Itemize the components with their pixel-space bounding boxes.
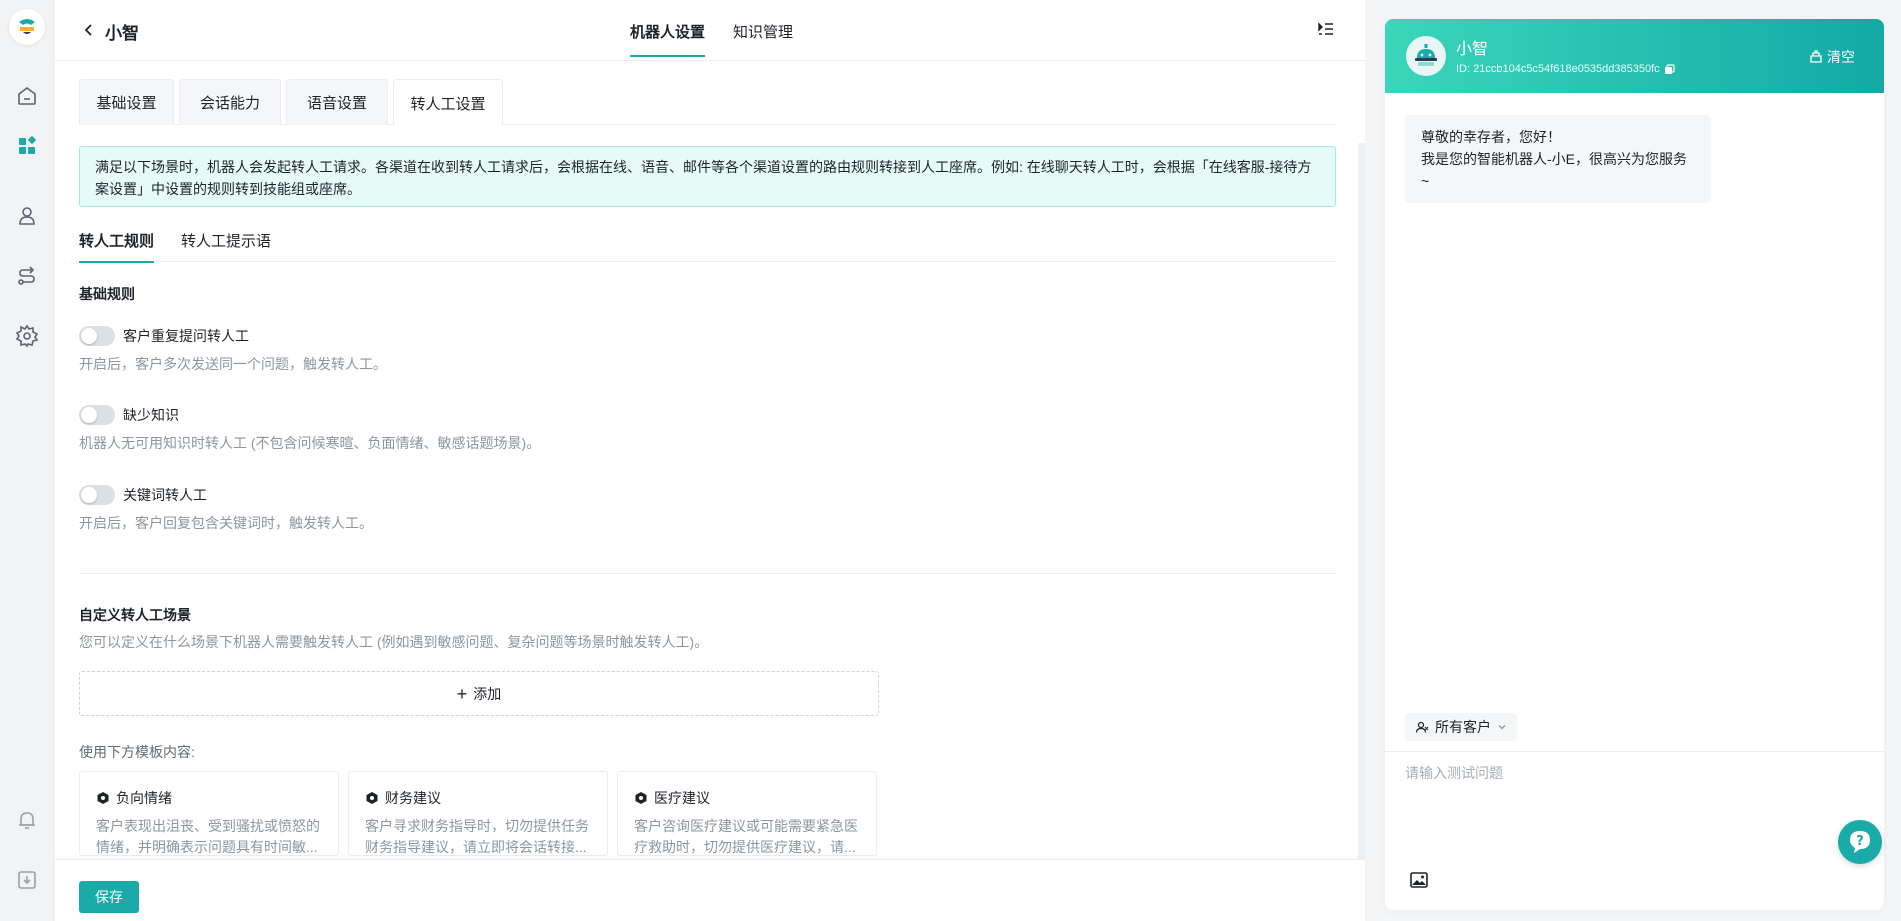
greeting-line: 我是您的智能机器人-小E，很高兴为您服务~ (1421, 151, 1687, 189)
chevron-down-icon (1498, 725, 1506, 730)
settings-icon[interactable] (13, 322, 41, 350)
clear-icon (1810, 50, 1822, 63)
section-divider (79, 573, 1336, 574)
template-card-negative-emotion[interactable]: 负向情绪 客户表现出沮丧、受到骚扰或愤怒的情绪，并明确表示问题具有时间敏... (79, 771, 339, 856)
bell-icon[interactable] (13, 806, 41, 834)
greeting-line: 尊敬的幸存者，您好！ (1421, 129, 1561, 145)
footer-bar: 保存 (55, 859, 1365, 921)
tab-transfer-settings[interactable]: 转人工设置 (393, 79, 503, 126)
sub-tabs: 转人工规则 转人工提示语 (79, 226, 1336, 263)
back-button[interactable] (79, 20, 99, 40)
main-panel: 小智 机器人设置 知识管理 基础设置 会话能力 语音设置 转人工设置 满足以下场… (55, 0, 1365, 921)
bot-avatar (1406, 36, 1446, 76)
tab-basic-settings[interactable]: 基础设置 (79, 79, 174, 125)
rule-missing-knowledge: 缺少知识 (79, 405, 179, 425)
bot-name: 小智 (105, 24, 139, 43)
chat-divider (1385, 751, 1884, 752)
template-card-financial-advice[interactable]: 财务建议 客户寻求财务指导时，切勿提供任务财务指导建议，请立即将会话转接... (348, 771, 608, 856)
custom-scenario-title: 自定义转人工场景 (79, 607, 191, 623)
chat-bot-id: ID: 21ccb104c5c54f618e0535dd385350fc (1456, 63, 1675, 75)
template-hint: 使用下方模板内容: (79, 744, 195, 760)
help-icon: ? (1850, 831, 1870, 853)
tab-conversation-ability[interactable]: 会话能力 (179, 79, 281, 125)
hexagon-icon (366, 792, 378, 804)
template-card-medical-advice[interactable]: 医疗建议 客户咨询医疗建议或可能需要紧急医疗救助时，切勿提供医疗建议，请... (617, 771, 877, 856)
add-scenario-button[interactable]: + 添加 (79, 671, 879, 716)
clear-button[interactable]: 清空 (1809, 47, 1855, 67)
chat-header: 小智 ID: 21ccb104c5c54f618e0535dd385350fc … (1385, 19, 1884, 93)
template-desc: 客户表现出沮丧、受到骚扰或愤怒的情绪，并明确表示问题具有时间敏... (96, 818, 320, 855)
rule-label: 关键词转人工 (123, 487, 207, 503)
image-icon (1410, 872, 1428, 888)
rule-desc: 开启后，客户回复包含关键词时，触发转人工。 (79, 515, 373, 531)
home-icon[interactable] (13, 82, 41, 110)
custom-scenario-desc: 您可以定义在什么场景下机器人需要触发转人工 (例如遇到敏感问题、复杂问题等场景时… (79, 634, 709, 650)
template-title: 医疗建议 (654, 790, 710, 806)
customer-filter-select[interactable]: 所有客户 (1405, 713, 1517, 741)
plus-icon: + (456, 683, 468, 704)
tab-knowledge-management[interactable]: 知识管理 (733, 21, 793, 61)
tab-voice-settings[interactable]: 语音设置 (286, 79, 388, 125)
clear-label: 清空 (1827, 49, 1855, 65)
copy-icon[interactable] (1664, 63, 1675, 75)
subtab-transfer-rules[interactable]: 转人工规则 (79, 230, 155, 263)
robot-icon (1415, 44, 1437, 66)
user-icon[interactable] (13, 202, 41, 230)
logo-icon (19, 19, 35, 34)
template-desc: 客户咨询医疗建议或可能需要紧急医疗救助时，切勿提供医疗建议，请... (634, 818, 858, 855)
chat-test-panel: 小智 ID: 21ccb104c5c54f618e0535dd385350fc … (1385, 19, 1884, 910)
basic-rules-title: 基础规则 (79, 286, 135, 302)
toggle-switch[interactable] (79, 326, 115, 346)
hexagon-icon (97, 792, 109, 804)
rule-repeat-question: 客户重复提问转人工 (79, 326, 249, 346)
template-desc: 客户寻求财务指导时，切勿提供任务财务指导建议，请立即将会话转接... (365, 818, 589, 855)
tab-robot-settings[interactable]: 机器人设置 (630, 21, 706, 61)
bot-id-text: ID: 21ccb104c5c54f618e0535dd385350fc (1456, 63, 1660, 75)
rule-label: 缺少知识 (123, 407, 179, 423)
rule-desc: 机器人无可用知识时转人工 (不包含问候寒暄、负面情绪、敏感话题场景)。 (79, 435, 541, 451)
template-title: 财务建议 (385, 790, 441, 806)
download-icon[interactable] (13, 866, 41, 894)
toggle-switch[interactable] (79, 405, 115, 425)
scrollbar[interactable] (1358, 143, 1365, 859)
toggle-switch[interactable] (79, 485, 115, 505)
test-question-input[interactable] (1405, 763, 1865, 833)
users-icon (1415, 721, 1429, 733)
left-sidebar (0, 0, 54, 921)
image-upload-button[interactable] (1409, 870, 1429, 890)
hexagon-icon (635, 792, 647, 804)
save-button[interactable]: 保存 (79, 881, 139, 913)
flow-icon[interactable] (13, 262, 41, 290)
rule-keyword-transfer: 关键词转人工 (79, 485, 207, 505)
info-notice: 满足以下场景时，机器人会发起转人工请求。各渠道在收到转人工请求后，会根据在线、语… (79, 146, 1336, 207)
top-bar: 小智 机器人设置 知识管理 (55, 0, 1365, 61)
help-button[interactable]: ? (1838, 820, 1882, 864)
svg-text:?: ? (1856, 834, 1864, 849)
customer-filter-label: 所有客户 (1435, 719, 1491, 735)
add-label: 添加 (473, 685, 502, 702)
subtab-transfer-prompts[interactable]: 转人工提示语 (181, 230, 271, 262)
rule-desc: 开启后，客户多次发送同一个问题，触发转人工。 (79, 356, 387, 372)
bot-greeting-message: 尊敬的幸存者，您好！ 我是您的智能机器人-小E，很高兴为您服务~ (1405, 115, 1711, 203)
chevron-left-icon (84, 24, 92, 36)
apps-icon[interactable] (13, 132, 41, 160)
rule-label: 客户重复提问转人工 (123, 328, 249, 344)
app-logo[interactable] (9, 9, 45, 45)
indent-menu-icon[interactable] (1317, 20, 1337, 40)
template-title: 负向情绪 (116, 790, 172, 806)
chat-bot-name: 小智 (1456, 41, 1489, 58)
settings-tabs: 基础设置 会话能力 语音设置 转人工设置 (79, 79, 1336, 126)
